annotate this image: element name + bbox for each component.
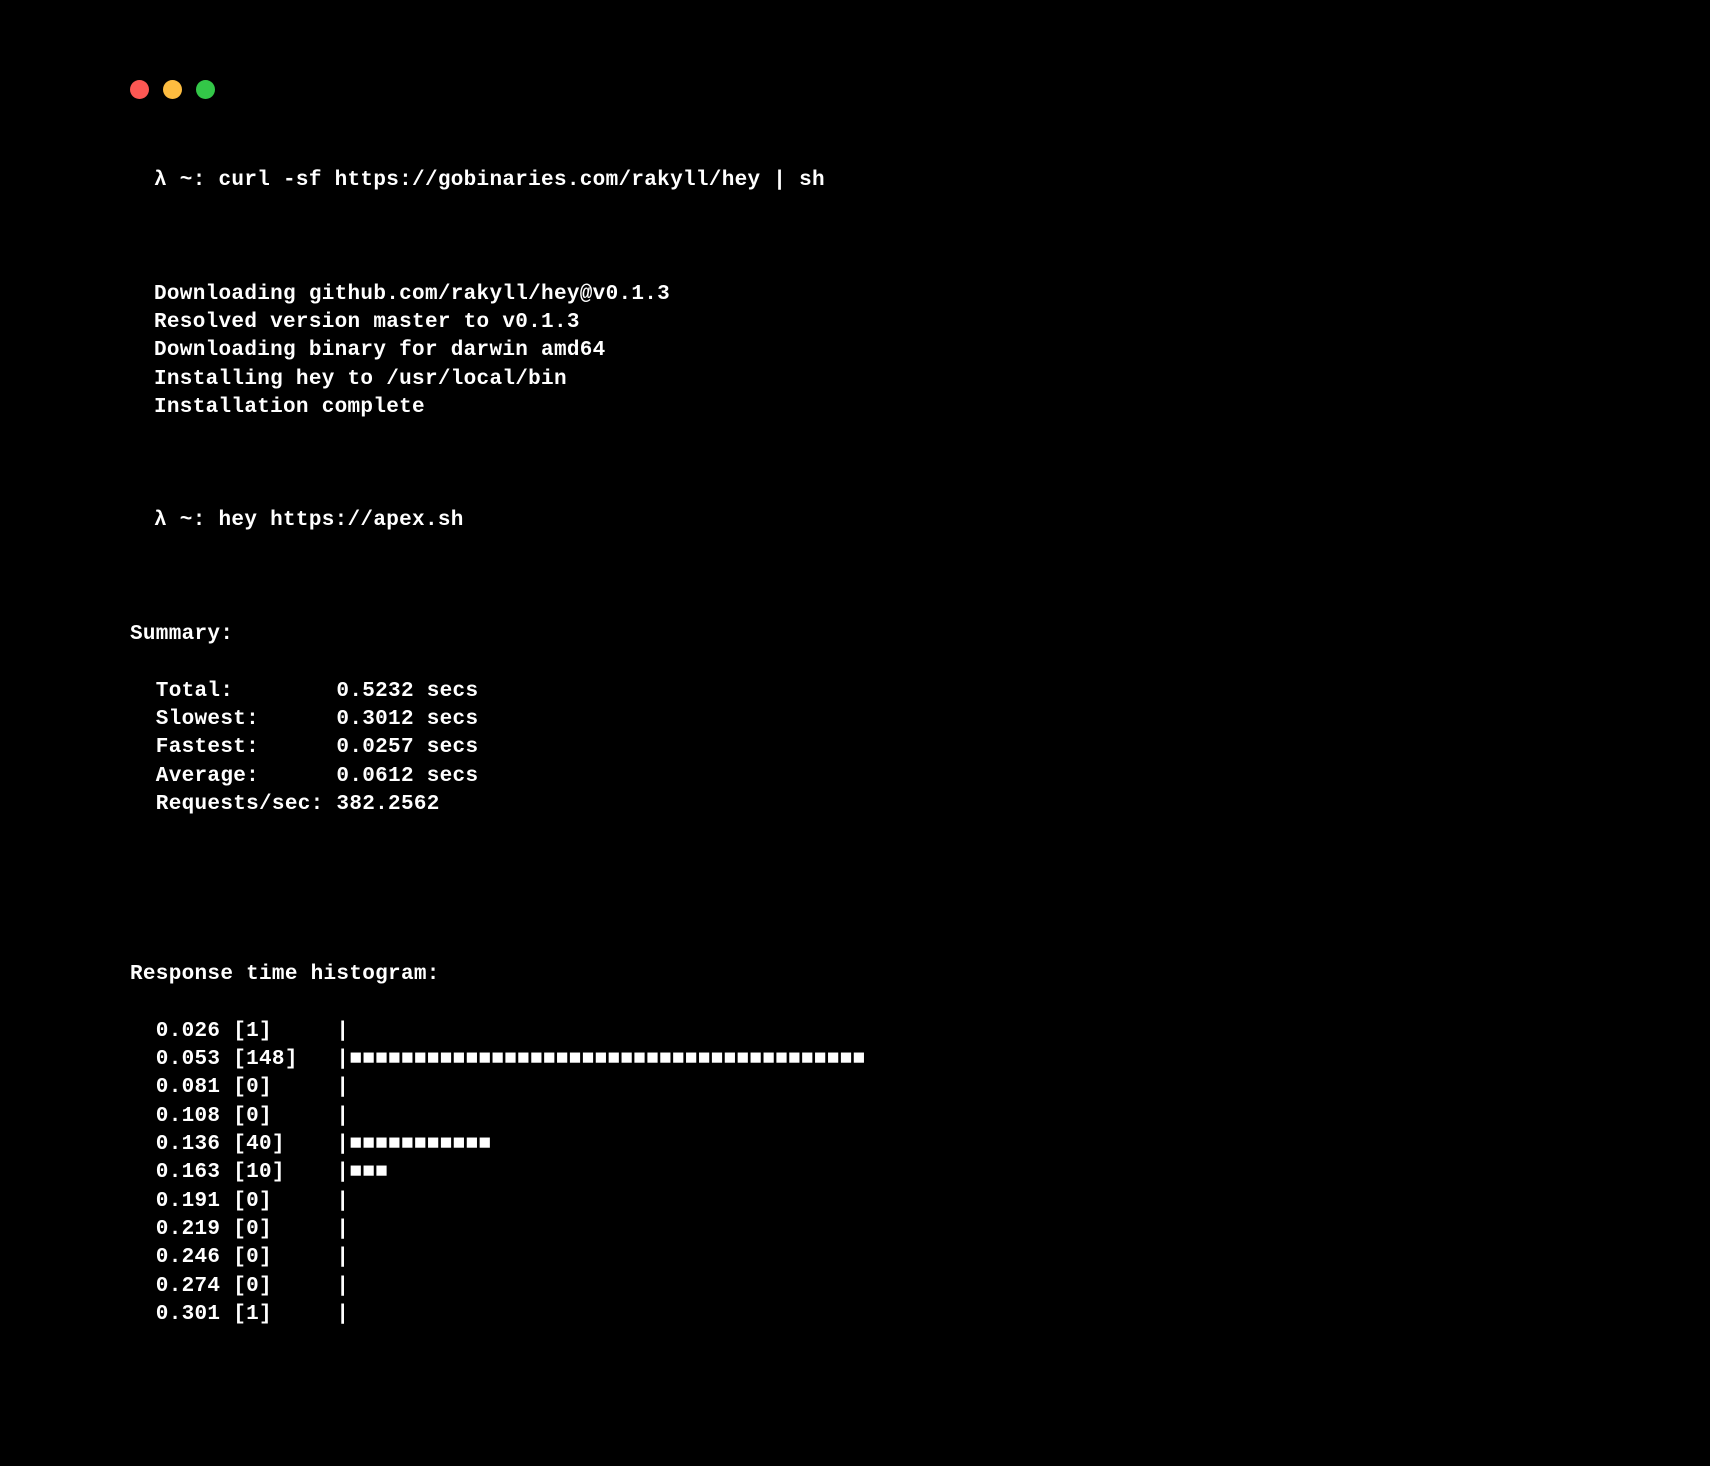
histogram-row: 0.274 [0] | xyxy=(130,1273,1580,1301)
histogram-rows: 0.026 [1] | 0.053 [148] |■■■■■■■■■■■■■■■… xyxy=(130,1018,1580,1330)
histogram-row: 0.053 [148] |■■■■■■■■■■■■■■■■■■■■■■■■■■■… xyxy=(130,1046,1580,1074)
zoom-icon[interactable] xyxy=(196,80,215,99)
close-icon[interactable] xyxy=(130,80,149,99)
histogram-header: Response time histogram: xyxy=(130,961,1580,989)
window-titlebar xyxy=(130,80,1580,99)
terminal-window: λ ~: curl -sf https://gobinaries.com/rak… xyxy=(0,0,1710,1466)
install-output: Downloading github.com/rakyll/hey@v0.1.3… xyxy=(154,281,1580,423)
output-line: Installing hey to /usr/local/bin xyxy=(154,366,1580,394)
summary-row: Average: 0.0612 secs xyxy=(130,763,1580,791)
histogram-row: 0.219 [0] | xyxy=(130,1216,1580,1244)
prompt-line-1: λ ~: curl -sf https://gobinaries.com/rak… xyxy=(154,167,1580,195)
terminal-content[interactable]: λ ~: curl -sf https://gobinaries.com/rak… xyxy=(130,139,1580,1386)
histogram-row: 0.108 [0] | xyxy=(130,1103,1580,1131)
output-line: Downloading binary for darwin amd64 xyxy=(154,337,1580,365)
summary-row: Fastest: 0.0257 secs xyxy=(130,734,1580,762)
histogram-row: 0.081 [0] | xyxy=(130,1074,1580,1102)
prompt-line-2: λ ~: hey https://apex.sh xyxy=(154,507,1580,535)
histogram-row: 0.191 [0] | xyxy=(130,1188,1580,1216)
histogram-row: 0.246 [0] | xyxy=(130,1244,1580,1272)
minimize-icon[interactable] xyxy=(163,80,182,99)
summary-row: Total: 0.5232 secs xyxy=(130,678,1580,706)
output-line: Downloading github.com/rakyll/hey@v0.1.3 xyxy=(154,281,1580,309)
histogram-row: 0.026 [1] | xyxy=(130,1018,1580,1046)
summary-header: Summary: xyxy=(130,621,1580,649)
summary-rows: Total: 0.5232 secs Slowest: 0.3012 secs … xyxy=(130,678,1580,820)
summary-row: Requests/sec: 382.2562 xyxy=(130,791,1580,819)
output-line: Installation complete xyxy=(154,394,1580,422)
summary-row: Slowest: 0.3012 secs xyxy=(130,706,1580,734)
output-line: Resolved version master to v0.1.3 xyxy=(154,309,1580,337)
histogram-row: 0.301 [1] | xyxy=(130,1301,1580,1329)
histogram-row: 0.163 [10] |■■■ xyxy=(130,1159,1580,1187)
histogram-row: 0.136 [40] |■■■■■■■■■■■ xyxy=(130,1131,1580,1159)
